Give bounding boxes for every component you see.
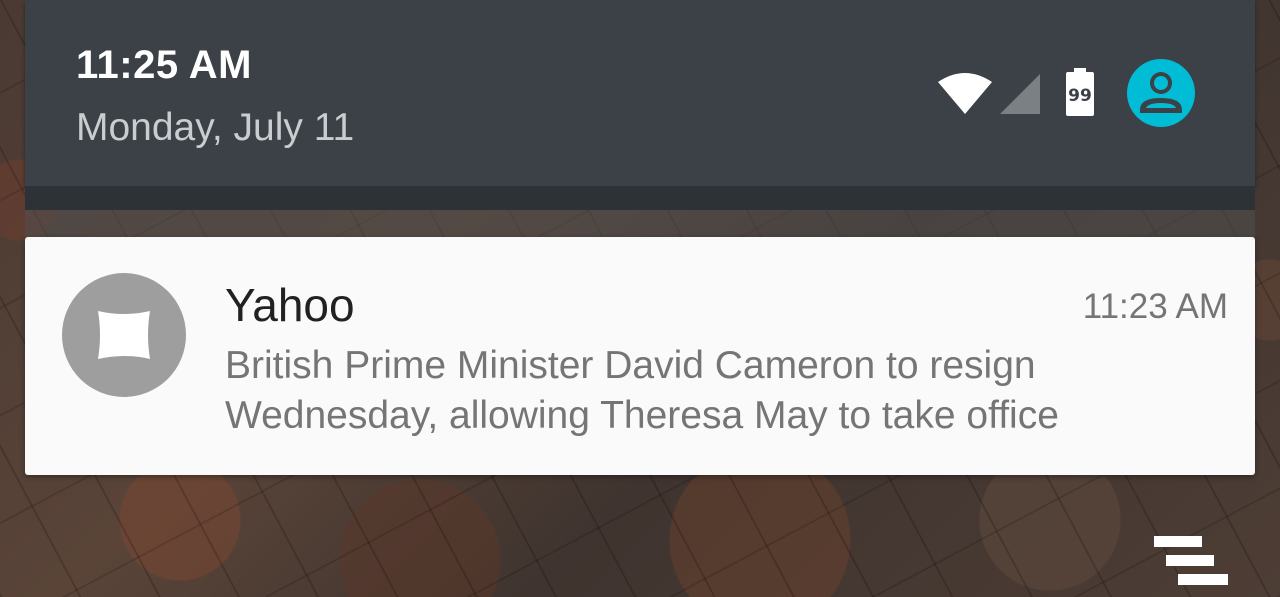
status-icons: 99 — [930, 58, 1210, 138]
notification-app-name: Yahoo — [225, 279, 355, 331]
notification-time: 11:23 AM — [1082, 287, 1228, 326]
yahoo-app-icon — [62, 273, 186, 397]
notification-text-line1: British Prime Minister David Cameron to … — [225, 344, 1036, 387]
clear-all-icon[interactable] — [1152, 532, 1232, 592]
cell-signal-icon — [1000, 74, 1040, 114]
shade-divider — [25, 210, 1255, 238]
header-date[interactable]: Monday, July 11 — [76, 103, 354, 153]
quick-settings-handle[interactable] — [25, 186, 1255, 210]
header-clock[interactable]: 11:25 AM — [76, 40, 252, 90]
user-avatar-icon[interactable] — [1126, 58, 1196, 128]
notification-text: British Prime Minister David Cameron to … — [225, 341, 1225, 441]
wifi-icon — [938, 73, 992, 114]
battery-level: 99 — [1068, 86, 1092, 106]
notification-text-line2: Wednesday, allowing Theresa May to take … — [225, 394, 1059, 437]
notification-card[interactable]: Yahoo 11:23 AM British Prime Minister Da… — [25, 237, 1255, 475]
